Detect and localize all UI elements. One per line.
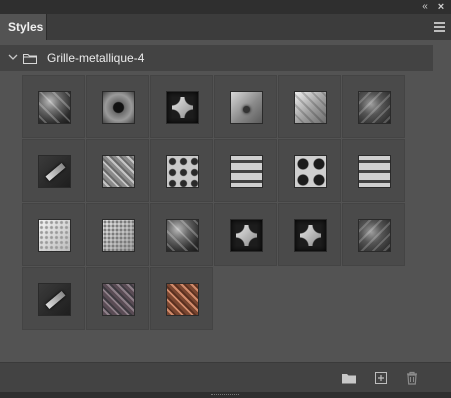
chevron-down-icon[interactable]: [8, 52, 18, 62]
dark-diagonal-grille-2-icon: [166, 219, 199, 252]
style-swatch[interactable]: [278, 75, 341, 138]
brushed-diagonal-plate-icon: [294, 91, 327, 124]
cross-cut-dark-icon: [294, 219, 327, 252]
style-swatch[interactable]: [150, 139, 213, 202]
cross-cut-plate-icon: [166, 91, 199, 124]
dark-shard-grille-2-icon: [358, 219, 391, 252]
style-group-name: Grille-metallique-4: [47, 51, 145, 65]
tab-styles[interactable]: Styles: [0, 14, 47, 40]
style-swatch[interactable]: [22, 75, 85, 138]
collapse-panel-button[interactable]: «: [419, 1, 431, 13]
z-bracket-2-icon: [38, 283, 71, 316]
trash-icon[interactable]: [404, 370, 420, 386]
folder-icon: [23, 54, 37, 64]
cross-cut-plate-2-icon: [230, 219, 263, 252]
style-swatch[interactable]: [342, 139, 405, 202]
style-swatch[interactable]: [86, 267, 149, 330]
style-swatch[interactable]: [278, 203, 341, 266]
plus-square-icon[interactable]: [373, 370, 389, 386]
punched-dots-icon: [166, 155, 199, 188]
style-swatch[interactable]: [22, 139, 85, 202]
diamond-tread-icon: [102, 155, 135, 188]
panel-title-strip: « ×: [0, 0, 451, 14]
style-swatch[interactable]: [86, 139, 149, 202]
style-swatch[interactable]: [150, 267, 213, 330]
center-hole-plate-icon: [102, 91, 135, 124]
panel-tab-bar: Styles: [0, 14, 451, 40]
fine-perforated-icon: [38, 219, 71, 252]
style-swatch[interactable]: [86, 203, 149, 266]
large-holes-icon: [294, 155, 327, 188]
style-swatch[interactable]: [22, 203, 85, 266]
style-swatch[interactable]: [278, 139, 341, 202]
style-swatch[interactable]: [214, 75, 277, 138]
style-swatch[interactable]: [214, 203, 277, 266]
style-swatch[interactable]: [342, 203, 405, 266]
folder-icon[interactable]: [341, 370, 357, 386]
panel-menu-icon[interactable]: [434, 22, 445, 32]
resize-grip[interactable]: [0, 392, 451, 398]
copper-diamond-tread-icon: [166, 283, 199, 316]
style-group-header[interactable]: Grille-metallique-4: [0, 45, 433, 71]
z-bracket-icon: [38, 155, 71, 188]
riveted-steel-icon: [230, 91, 263, 124]
style-swatch[interactable]: [342, 75, 405, 138]
style-swatch[interactable]: [22, 267, 85, 330]
dark-diagonal-grille-icon: [38, 91, 71, 124]
style-swatch[interactable]: [214, 139, 277, 202]
style-swatch[interactable]: [86, 75, 149, 138]
micro-perforated-icon: [102, 219, 135, 252]
slotted-plate-light-icon: [358, 155, 391, 188]
style-swatch[interactable]: [150, 203, 213, 266]
colored-diamond-tread-icon: [102, 283, 135, 316]
panel-bottom-toolbar: [0, 362, 451, 392]
dark-shard-grille-icon: [358, 91, 391, 124]
style-swatch[interactable]: [150, 75, 213, 138]
close-panel-button[interactable]: ×: [435, 1, 447, 13]
slotted-plate-icon: [230, 155, 263, 188]
